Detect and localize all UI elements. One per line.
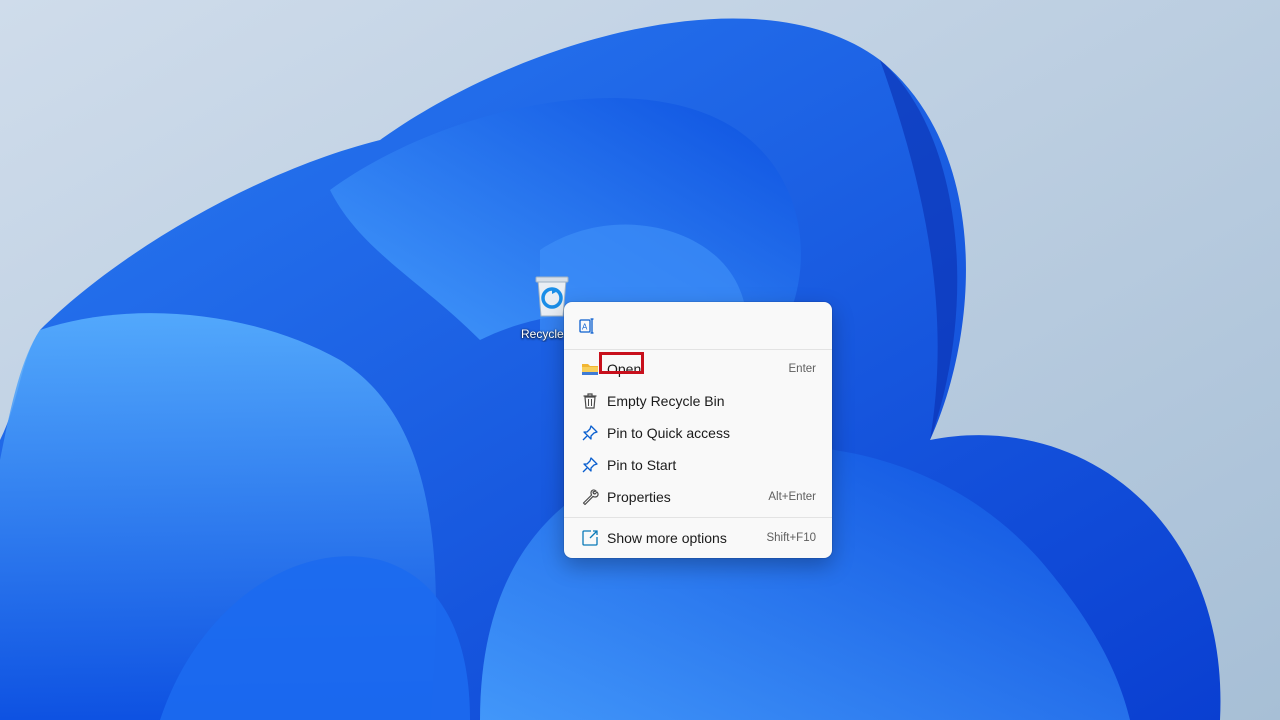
menu-item-shortcut: Enter — [788, 363, 817, 375]
rename-icon: A — [579, 318, 594, 334]
menu-item-label: Show more options — [607, 530, 727, 546]
menu-item-open[interactable]: Open Enter — [568, 352, 828, 384]
menu-item-label: Properties — [607, 489, 671, 505]
menu-item-pin-to-start[interactable]: Pin to Start — [568, 450, 828, 480]
menu-item-shortcut: Shift+F10 — [766, 532, 816, 544]
rename-button[interactable]: A — [574, 313, 600, 339]
menu-item-label: Pin to Start — [607, 457, 677, 473]
menu-item-show-more-options[interactable]: Show more options Shift+F10 — [568, 523, 828, 553]
menu-item-pin-to-quick-access[interactable]: Pin to Quick access — [568, 418, 828, 448]
menu-item-shortcut: Alt+Enter — [768, 491, 816, 503]
context-menu-quick-actions: A — [564, 302, 832, 348]
svg-text:A: A — [582, 323, 588, 332]
menu-item-empty-recycle-bin[interactable]: Empty Recycle Bin — [568, 386, 828, 416]
pin-icon — [578, 421, 602, 445]
highlight-box — [599, 352, 644, 374]
menu-item-properties[interactable]: Properties Alt+Enter — [568, 482, 828, 512]
trash-icon — [578, 389, 602, 413]
menu-separator — [564, 517, 832, 518]
wrench-icon — [578, 485, 602, 509]
menu-item-label: Empty Recycle Bin — [607, 393, 725, 409]
pin-icon — [578, 453, 602, 477]
context-menu: A Open Enter Empty Recycle Bin Pin to Qu… — [564, 302, 832, 558]
menu-separator — [564, 349, 832, 350]
share-icon — [578, 526, 602, 550]
menu-item-label: Pin to Quick access — [607, 425, 730, 441]
